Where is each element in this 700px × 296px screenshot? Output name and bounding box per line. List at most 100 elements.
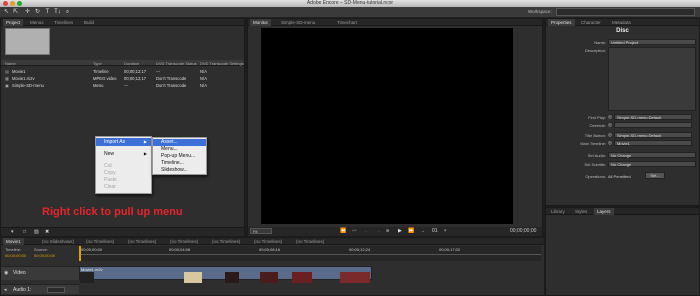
direct-select-tool-icon[interactable]: ⇱ (12, 8, 19, 16)
table-row[interactable]: ▦ Movie1.m2v MPEG video 00;00;12;17 Don'… (1, 75, 244, 82)
column-transcode-status[interactable]: DVD Transcode Status (156, 61, 197, 66)
row-settings: N/A (200, 69, 207, 74)
text-tool-icon[interactable]: T (44, 8, 51, 16)
timeline-icon: ▤ (5, 69, 9, 74)
tab-no-timelines-4[interactable]: (no Timelines) (209, 238, 243, 245)
tab-no-timelines-3[interactable]: (no Timelines) (167, 238, 201, 245)
set-audio-label: Set Audio: (587, 153, 606, 158)
tab-timechart[interactable]: Timechart (334, 19, 360, 26)
tab-simple-sd-menu[interactable]: Simple-SD-menu (278, 19, 318, 26)
submenu-item-slideshow[interactable]: Slideshow... (153, 167, 206, 174)
name-field[interactable]: Untitled Project (608, 39, 696, 45)
table-row[interactable]: ▣ Simple-SD-menu Menu --- Don't Transcod… (1, 82, 244, 89)
menu-item-new[interactable]: New ▶ (96, 150, 151, 158)
menu-item-cut[interactable]: Cut (96, 163, 151, 170)
tab-styles[interactable]: Styles (572, 208, 590, 215)
override-label: Override: (589, 123, 606, 128)
close-window-button[interactable] (3, 1, 8, 6)
new-folder-icon[interactable]: □ (23, 229, 26, 235)
properties-tabbar: Properties Character Metadata (546, 19, 699, 26)
title-button-field[interactable]: Simple-SD-menu:Default (614, 132, 692, 138)
pickwhip-icon[interactable]: ◎ (608, 114, 612, 120)
tab-no-timelines-2[interactable]: (no Timelines) (125, 238, 159, 245)
column-transcode-settings[interactable]: DVD Transcode Settings (200, 61, 244, 66)
new-item-icon[interactable]: ▨ (34, 229, 39, 235)
column-duration[interactable]: Duration (124, 61, 139, 66)
rewind-icon[interactable]: ⏪ (340, 228, 346, 234)
zoom-tool-icon[interactable]: ⌕ (64, 8, 71, 16)
tab-library[interactable]: Library (548, 208, 568, 215)
menu-item-paste[interactable]: Paste (96, 177, 151, 184)
fast-forward-icon[interactable]: ⏩ (408, 228, 414, 234)
source-timecode[interactable]: 00;00;00;00 (34, 253, 55, 258)
tab-no-slideshows[interactable]: (no Slideshows) (39, 238, 77, 245)
clip-thumbnail (80, 272, 94, 283)
set-audio-select[interactable]: No Change (608, 152, 696, 158)
menu-item-clear[interactable]: Clear (96, 184, 151, 191)
selection-tool-icon[interactable]: ↖ (3, 8, 10, 16)
description-field[interactable] (608, 47, 696, 111)
tab-build[interactable]: Build (81, 19, 97, 26)
speaker-icon[interactable]: ◂ (4, 287, 7, 293)
next-chapter-icon[interactable]: → (376, 228, 381, 234)
minimize-window-button[interactable] (10, 1, 15, 6)
menu-item-import-as[interactable]: Import As ▶ (96, 138, 151, 146)
menu-item-copy[interactable]: Copy (96, 170, 151, 177)
title-button-label: Title Button: (584, 133, 606, 138)
monitor-tabbar: Monitor Simple-SD-menu Timechart (248, 19, 542, 26)
video-clip[interactable]: Movie1.m2v (79, 266, 372, 283)
tab-timelines[interactable]: Timelines (51, 19, 76, 26)
move-tool-icon[interactable]: ✛ (24, 8, 31, 16)
workspace-select[interactable] (556, 8, 695, 16)
pickwhip-icon[interactable]: ◎ (608, 140, 612, 146)
filter-icon[interactable]: ▾ (11, 229, 14, 235)
rotate-tool-icon[interactable]: ↻ (34, 8, 41, 16)
timeline-timecode[interactable]: 00;00;00;00 (5, 253, 26, 258)
vertical-text-tool-icon[interactable]: T↓ (54, 8, 61, 16)
table-row[interactable]: ▤ Movie1 Timeline 00;00;12;17 --- N/A (1, 68, 244, 75)
tab-no-timelines-1[interactable]: (no Timelines) (83, 238, 117, 245)
tab-no-timelines-5[interactable]: (no Timelines) (251, 238, 285, 245)
tab-character[interactable]: Character (578, 19, 604, 26)
set-subtitle-select[interactable]: No Change (608, 161, 696, 167)
eye-icon[interactable]: ◉ (4, 270, 8, 276)
tab-metadata[interactable]: Metadata (609, 19, 634, 26)
pickwhip-icon[interactable]: ◎ (608, 132, 612, 138)
override-field[interactable] (614, 122, 692, 128)
playhead[interactable] (79, 246, 81, 261)
submenu-item-popup-menu[interactable]: Pop-up Menu... (153, 153, 206, 160)
tab-movie1[interactable]: Movie1 (3, 238, 24, 245)
delete-icon[interactable]: ✖ (45, 229, 49, 235)
play-icon[interactable]: ▶ (398, 228, 402, 234)
tab-monitor[interactable]: Monitor (250, 19, 272, 26)
audio-language-select[interactable] (47, 287, 65, 293)
tab-project[interactable]: Project (3, 19, 24, 26)
next-page-icon[interactable]: → (420, 228, 425, 234)
set-operations-button[interactable]: Set... (645, 172, 665, 179)
monitor-timecode[interactable]: 00;00;00;00 (510, 228, 536, 234)
prev-chapter-icon[interactable]: ← (364, 228, 369, 234)
tab-menus[interactable]: Menus (27, 19, 47, 26)
submenu-item-menu[interactable]: Menu... (153, 146, 206, 153)
zoom-select[interactable]: Fit (250, 228, 272, 234)
ruler-tick-label: 00;00;12;24 (349, 247, 371, 252)
tab-properties[interactable]: Properties (548, 19, 575, 26)
project-footer: ▾ □ ▨ ✖ (1, 227, 244, 236)
zoom-window-button[interactable] (17, 1, 22, 6)
column-name[interactable]: Name (5, 61, 16, 66)
page-number: 01 (432, 228, 438, 234)
stop-icon[interactable]: ■ (386, 228, 389, 234)
submenu-item-timeline[interactable]: Timeline... (153, 160, 206, 167)
submenu-item-asset[interactable]: Asset... (153, 139, 206, 146)
column-type[interactable]: Type (93, 61, 102, 66)
ruler-tick-label: 00;00;08;16 (259, 247, 281, 252)
pickwhip-icon[interactable]: ◎ (608, 122, 612, 128)
first-play-field[interactable]: Simple-SD-menu:Default (614, 114, 692, 120)
page-down-icon[interactable]: ▾ (444, 228, 447, 234)
previous-frame-icon[interactable]: ⏮ (352, 228, 357, 234)
time-ruler[interactable]: 00;00;00;00 00;00;04;08 00;00;08;16 00;0… (79, 246, 541, 261)
row-type: Menu (93, 83, 104, 88)
tab-no-timelines-6[interactable]: (no Timelines) (293, 238, 327, 245)
tab-layers[interactable]: Layers (594, 208, 614, 215)
main-timeline-field[interactable]: Movie1 (614, 140, 692, 146)
